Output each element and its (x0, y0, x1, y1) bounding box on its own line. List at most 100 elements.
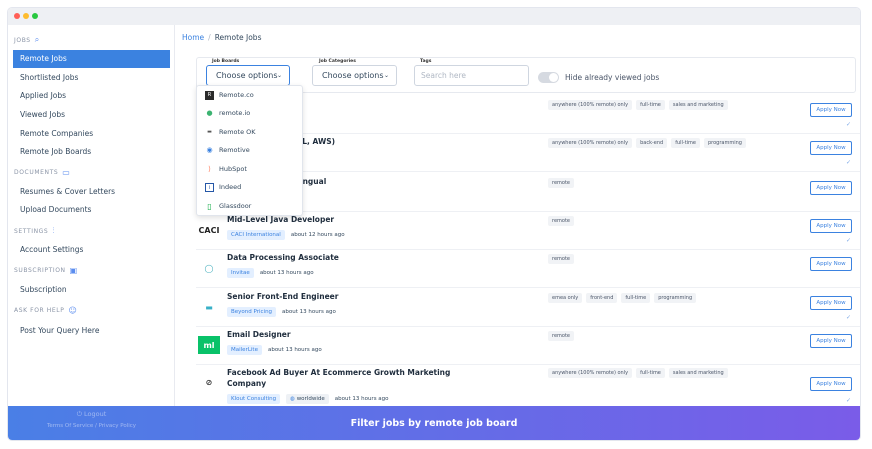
job-title[interactable]: Mid-Level Java Developer (227, 215, 334, 224)
job-meta: Klout Consulting ◍ worldwide about 13 hour… (227, 394, 389, 404)
sidebar-item-remote-jobs[interactable]: Remote Jobs (13, 50, 170, 68)
option-label: HubSpot (219, 165, 247, 173)
sidebar: JOBS ⌕ Remote Jobs Shortlisted Jobs Appli… (8, 25, 175, 440)
apply-now-button[interactable]: Apply Now (810, 141, 852, 155)
power-icon: ⏻ (76, 410, 82, 418)
hide-viewed-toggle[interactable] (538, 72, 559, 83)
tag-chip[interactable]: sales and marketing (668, 368, 728, 378)
apply-now-button[interactable]: Apply Now (810, 257, 852, 271)
tag-chip[interactable]: emea only (548, 293, 583, 303)
breadcrumb-home[interactable]: Home (182, 33, 204, 42)
tag-chip[interactable]: programming (654, 293, 697, 303)
minimize-dot[interactable] (23, 13, 29, 19)
option-indeed[interactable]: i Indeed (197, 178, 304, 197)
tag-chip[interactable]: sales and marketing (668, 100, 728, 110)
company-badge[interactable]: Invitae (227, 268, 254, 278)
job-title[interactable]: Facebook Ad Buyer At Ecommerce Growth Ma… (227, 367, 457, 389)
job-tags: anywhere (100% remote) only full-time sale… (548, 100, 788, 110)
option-remotive[interactable]: ◉ Remotive (197, 141, 304, 160)
title-bar (8, 8, 860, 25)
tag-chip[interactable]: front-end (586, 293, 618, 303)
job-tags: remote (548, 178, 788, 188)
job-tags: anywhere (100% remote) only back-end full-… (548, 138, 788, 148)
breadcrumb: Home / Remote Jobs (182, 33, 261, 42)
section-label: DOCUMENTS (14, 169, 59, 176)
sidebar-item-applied-jobs[interactable]: Applied Jobs (8, 87, 175, 105)
option-label: remote.io (219, 109, 251, 117)
sidebar-item-remote-companies[interactable]: Remote Companies (8, 125, 175, 143)
posted-time: about 13 hours ago (259, 270, 314, 276)
remote-co-icon: R (205, 91, 214, 100)
option-glassdoor[interactable]: ▯ Glassdoor (197, 197, 304, 216)
section-label: SUBSCRIPTION (14, 267, 66, 274)
company-badge[interactable]: Klout Consulting (227, 394, 281, 404)
apply-now-button[interactable]: Apply Now (810, 296, 852, 310)
company-badge[interactable]: CACI International (227, 230, 285, 240)
breadcrumb-separator: / (208, 33, 211, 42)
section-label: ASK FOR HELP (14, 307, 65, 314)
sidebar-item-subscription[interactable]: Subscription (8, 281, 175, 299)
job-boards-select[interactable]: Choose options ⌄ (206, 65, 290, 86)
sidebar-footer: ⏻ Logout Terms Of Service / Privacy Poli… (8, 406, 175, 440)
tag-chip[interactable]: full-time (636, 100, 665, 110)
job-title[interactable]: Data Processing Associate (227, 253, 339, 262)
tag-chip[interactable]: anywhere (100% remote) only (548, 100, 633, 110)
apply-now-button[interactable]: Apply Now (810, 181, 852, 195)
job-row[interactable]: ▬ Senior Front-End Engineer Beyond Pricing… (196, 289, 860, 327)
sidebar-item-viewed-jobs[interactable]: Viewed Jobs (8, 106, 175, 124)
sidebar-item-account-settings[interactable]: Account Settings (8, 241, 175, 259)
company-badge[interactable]: Beyond Pricing (227, 307, 277, 317)
globe-icon: ◍ (290, 396, 295, 402)
tag-chip[interactable]: remote (548, 254, 574, 264)
logout-link[interactable]: ⏻ Logout (8, 410, 175, 419)
tags-search-input[interactable]: Search here (414, 65, 529, 86)
tag-chip[interactable]: anywhere (100% remote) only (548, 138, 633, 148)
location-label: worldwide (296, 396, 325, 402)
apply-now-button[interactable]: Apply Now (810, 334, 852, 348)
tag-chip[interactable]: back-end (636, 138, 668, 148)
tag-chip[interactable]: remote (548, 178, 574, 188)
job-categories-select[interactable]: Choose options ⌄ (312, 65, 397, 86)
option-remote-co[interactable]: R Remote.co (197, 86, 304, 105)
maximize-dot[interactable] (32, 13, 38, 19)
section-settings: SETTINGS ⫶ (14, 226, 55, 236)
job-row[interactable]: ◯ Data Processing Associate Invitae about 1… (196, 250, 860, 288)
close-dot[interactable] (14, 13, 20, 19)
job-tags: remote (548, 331, 788, 341)
footer-links[interactable]: Terms Of Service / Privacy Policy (8, 423, 175, 429)
job-tags: remote (548, 216, 788, 226)
sidebar-item-resumes[interactable]: Resumes & Cover Letters (8, 183, 175, 201)
apply-now-button[interactable]: Apply Now (810, 103, 852, 117)
section-jobs: JOBS ⌕ (14, 35, 40, 45)
tag-chip[interactable]: full-time (621, 293, 651, 303)
company-badge[interactable]: MailerLite (227, 345, 262, 355)
job-row[interactable]: ml Email Designer MailerLite about 13 hours… (196, 327, 860, 365)
logout-label: Logout (83, 410, 107, 418)
search-icon: ⌕ (34, 35, 40, 44)
option-remote-ok[interactable]: ▬ Remote OK (197, 123, 304, 142)
section-label: SETTINGS (14, 227, 49, 235)
option-hubspot[interactable]: ⟩ HubSpot (197, 160, 304, 179)
apply-now-button[interactable]: Apply Now (810, 377, 852, 391)
tag-chip[interactable]: remote (548, 216, 574, 226)
card-icon: ▣ (69, 266, 78, 275)
posted-time: about 13 hours ago (267, 347, 322, 353)
tag-chip[interactable]: programming (704, 138, 746, 148)
location-badge: ◍ worldwide (286, 394, 329, 404)
tag-chip[interactable]: anywhere (100% remote) only (548, 368, 633, 378)
tag-chip[interactable]: full-time (636, 368, 665, 378)
tag-chip[interactable]: full-time (671, 138, 700, 148)
sidebar-item-shortlisted-jobs[interactable]: Shortlisted Jobs (8, 69, 175, 87)
sidebar-item-remote-job-boards[interactable]: Remote Job Boards (8, 143, 175, 161)
apply-now-button[interactable]: Apply Now (810, 219, 852, 233)
job-row[interactable]: CACI Mid-Level Java Developer CACI Interna… (196, 212, 860, 250)
job-title[interactable]: Senior Front-End Engineer (227, 292, 338, 301)
sidebar-item-upload-documents[interactable]: Upload Documents (8, 201, 175, 219)
sidebar-item-post-query[interactable]: Post Your Query Here (8, 322, 175, 340)
option-remote-io[interactable]: ● remote.io (197, 104, 304, 123)
chevron-down-icon: ⌄ (383, 72, 389, 79)
job-title[interactable]: Email Designer (227, 330, 291, 339)
company-logo: ◯ (204, 263, 214, 273)
tag-chip[interactable]: remote (548, 331, 574, 341)
chevron-down-icon: ⌄ (276, 72, 282, 79)
